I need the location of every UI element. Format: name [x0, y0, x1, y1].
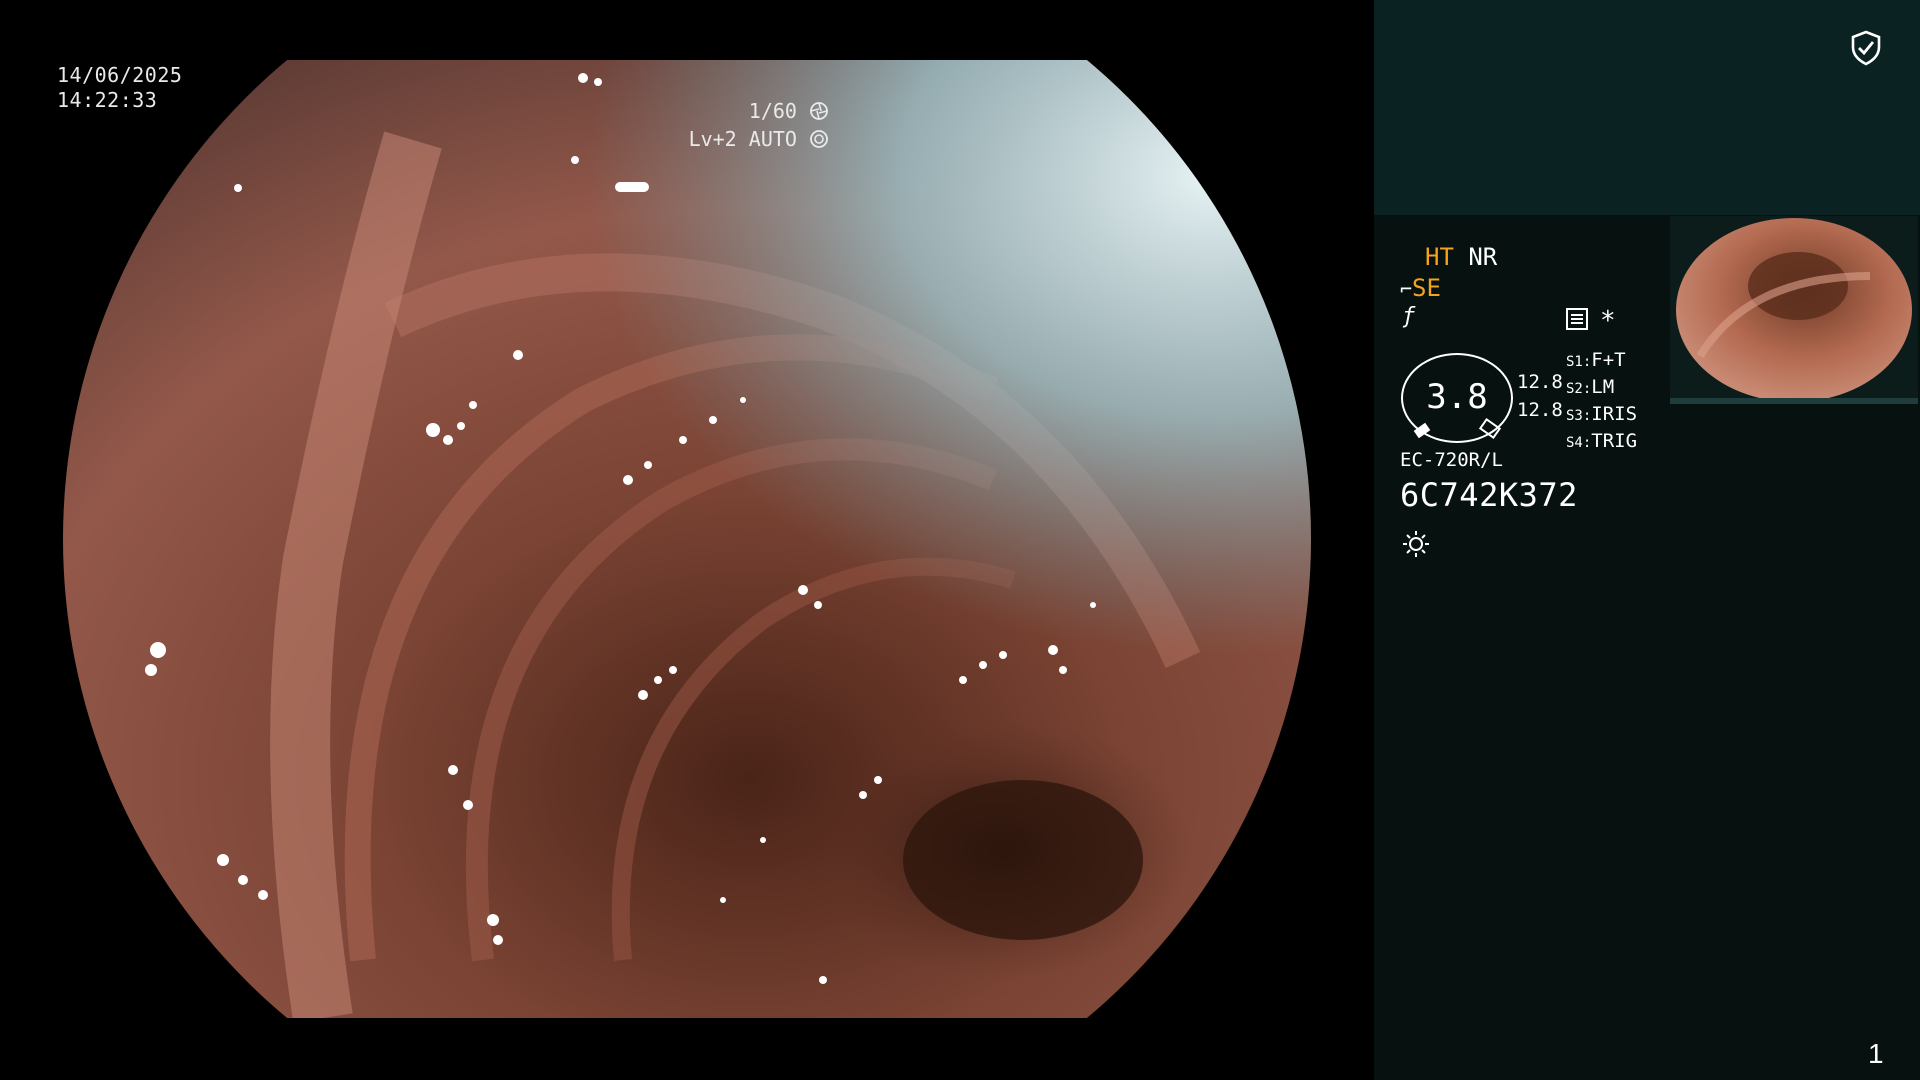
- switch-row: S2:LM: [1566, 375, 1637, 402]
- readout-1: 12.8: [1517, 371, 1563, 393]
- shutter-value: 1/60: [748, 99, 797, 123]
- zoom-gauge: 3.8: [1401, 353, 1513, 443]
- switch-row: S1:F+T: [1566, 348, 1637, 375]
- nr-label: NR: [1468, 243, 1498, 271]
- thumbnail-preview[interactable]: [1670, 216, 1918, 404]
- ht-label: HT: [1425, 243, 1454, 271]
- endoscope-view: 14/06/2025 14:22:33 1/60 Lv+2 AUTO: [0, 0, 1374, 1080]
- iris-icon: [810, 130, 828, 148]
- switch-row: S3:IRIS: [1566, 402, 1637, 429]
- sun-icon: [1402, 530, 1430, 562]
- switch-row: S4:TRIG: [1566, 429, 1637, 456]
- mode-readout: Lv+2 AUTO: [569, 126, 829, 153]
- asterisk-indicator: *: [1600, 306, 1616, 336]
- endoscope-image: [63, 60, 1311, 1018]
- mode-value: AUTO: [748, 127, 797, 151]
- switch-value: TRIG: [1591, 430, 1638, 452]
- settings-list-icon[interactable]: [1566, 308, 1588, 334]
- zoom-value: 3.8: [1426, 377, 1488, 417]
- scope-serial: 6C742K372: [1400, 476, 1578, 514]
- info-panel-header: [1374, 0, 1920, 215]
- readout-2: 12.8: [1517, 399, 1563, 421]
- page-number: 1: [1868, 1038, 1884, 1069]
- switch-key: S3:: [1566, 408, 1592, 424]
- date-label: 14/06/2025: [57, 63, 183, 87]
- se-row: ⌐SE: [1400, 274, 1441, 302]
- function-icon: ƒ: [1402, 304, 1416, 329]
- scope-model: EC-720R/L: [1400, 449, 1503, 471]
- switch-key: S2:: [1566, 381, 1592, 397]
- shield-check-icon[interactable]: [1850, 30, 1882, 70]
- switch-value: LM: [1591, 376, 1615, 398]
- switch-key: S1:: [1566, 354, 1592, 370]
- level-value: Lv+2: [688, 127, 737, 151]
- switch-value: IRIS: [1591, 403, 1638, 425]
- switch-list: S1:F+T S2:LM S3:IRIS S4:TRIG: [1566, 348, 1637, 456]
- time-label: 14:22:33: [57, 88, 158, 112]
- processing-labels: HT NR: [1425, 243, 1497, 271]
- se-label: SE: [1412, 274, 1441, 302]
- shutter-readout: 1/60: [629, 98, 829, 125]
- switch-key: S4:: [1566, 435, 1592, 451]
- aperture-icon: [810, 102, 828, 120]
- switch-value: F+T: [1591, 349, 1626, 371]
- structure-enhance-icon: ⌐: [1400, 277, 1413, 301]
